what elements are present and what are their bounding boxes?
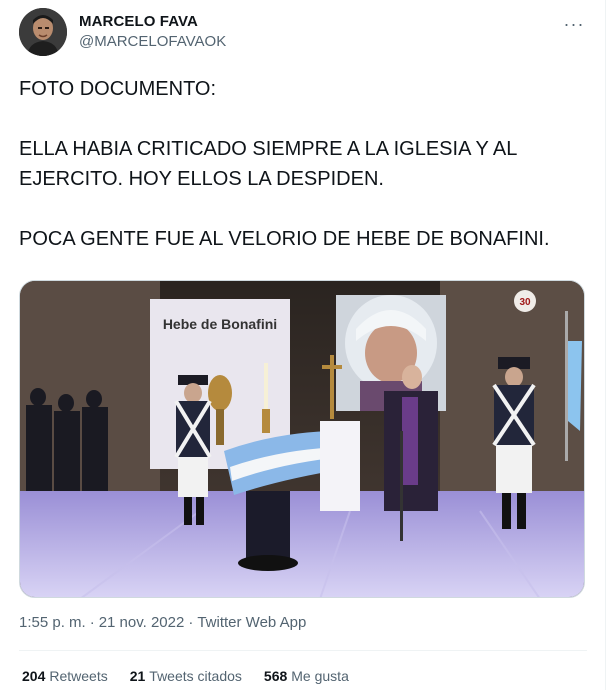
meta-separator: · (89, 614, 95, 631)
photo-logo-text: 30 (519, 297, 531, 308)
photo-banner-text: Hebe de Bonafini (163, 316, 277, 332)
retweets-stat[interactable]: 204 Retweets (22, 668, 108, 684)
likes-count: 568 (263, 668, 288, 684)
divider (19, 650, 587, 651)
author-display-name[interactable]: MARCELO FAVA (79, 12, 226, 32)
avatar[interactable] (19, 8, 67, 56)
retweets-label: Retweets (49, 668, 108, 684)
tweet-stats: 204 Retweets 21 Tweets citados 568 Me gu… (22, 668, 349, 684)
tweet-photo[interactable]: Hebe de Bonafini 30 (19, 280, 585, 598)
author-names: MARCELO FAVA @MARCELOFAVAOK (79, 12, 226, 52)
quotes-count: 21 (129, 668, 146, 684)
tweet-date[interactable]: 21 nov. 2022 (99, 614, 185, 631)
quotes-stat[interactable]: 21 Tweets citados (130, 668, 242, 684)
tweet-source[interactable]: Twitter Web App (197, 614, 306, 631)
photo-image: Hebe de Bonafini 30 (20, 281, 584, 597)
meta-separator: · (188, 614, 194, 631)
more-horizontal-icon: ··· (563, 14, 585, 34)
author-handle[interactable]: @MARCELOFAVAOK (79, 32, 226, 52)
likes-label: Me gusta (291, 668, 349, 684)
retweets-count: 204 (22, 668, 46, 684)
likes-stat[interactable]: 568 Me gusta (264, 668, 349, 684)
avatar-image (19, 8, 67, 56)
more-options-button[interactable]: ··· (559, 9, 589, 39)
tweet-header: MARCELO FAVA @MARCELOFAVAOK ··· (19, 8, 589, 56)
quotes-label: Tweets citados (149, 668, 242, 684)
tweet-text: FOTO DOCUMENTO: ELLA HABIA CRITICADO SIE… (19, 74, 585, 254)
tweet-line: POCA GENTE FUE AL VELORIO DE HEBE DE BON… (19, 228, 550, 250)
tweet-line: ELLA HABIA CRITICADO SIEMPRE A LA IGLESI… (19, 138, 517, 190)
tweet-line: FOTO DOCUMENTO: (19, 78, 217, 100)
tweet-time[interactable]: 1:55 p. m. (19, 614, 86, 631)
tweet-detail: MARCELO FAVA @MARCELOFAVAOK ··· FOTO DOC… (0, 0, 606, 690)
tweet-meta: 1:55 p. m. · 21 nov. 2022 · Twitter Web … (19, 614, 306, 631)
